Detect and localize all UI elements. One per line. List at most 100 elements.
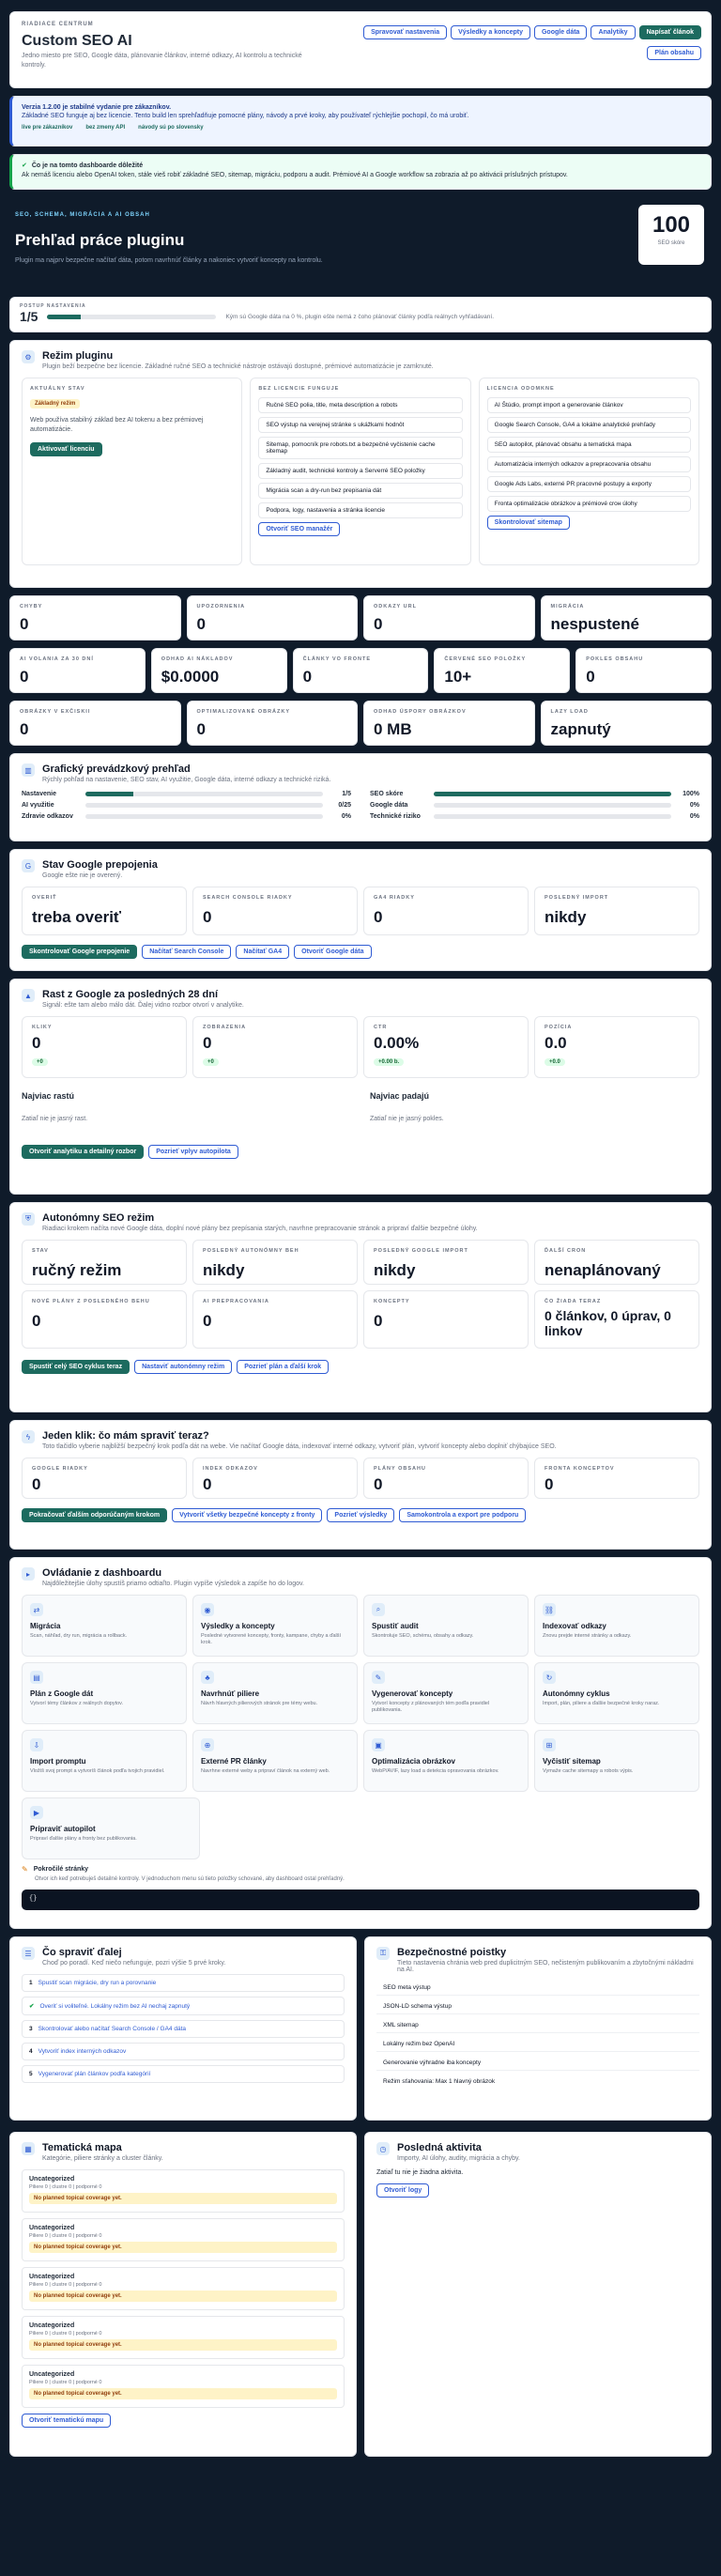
growth-metric: POZÍCIA 0.0 +0.0 — [534, 1016, 699, 1078]
tile-title: Autonómny cyklus — [543, 1689, 610, 1698]
autopilot-impact-button[interactable]: Pozrieť vplyv autopilota — [148, 1145, 238, 1159]
topic-item: Uncategorized Piliere 0 | clustre 0 | pod… — [22, 2267, 345, 2310]
k-value: 0 — [203, 908, 212, 926]
tile-title: Plán z Google dát — [30, 1689, 94, 1698]
tile-title: Externé PR články — [201, 1757, 267, 1766]
open-google-data-button[interactable]: Otvoriť Google dáta — [294, 945, 372, 959]
tile-title: Pripraviť autopilot — [30, 1825, 96, 1833]
next-item[interactable]: 3 Skontrolovať alebo načítať Search Conso… — [22, 2020, 345, 2038]
autopilot-icon: ▶ — [30, 1806, 43, 1819]
google-title: Stav Google prepojenia — [42, 859, 158, 871]
list-item: Základný audit, technické kontroly a Ser… — [258, 463, 463, 479]
auto-card: ČO ŽIADA TERAZ 0 článkov, 0 úprav, 0 link… — [534, 1290, 699, 1349]
topic-meta: Piliere 0 | clustre 0 | podporné 0 — [29, 2184, 102, 2190]
graph-row-value: 0% — [689, 813, 699, 820]
results-button[interactable]: Výsledky a koncepty — [451, 25, 530, 39]
dashboard-tile[interactable]: ⌕ Spustiť audit Skontroluje SEO, schému, o… — [363, 1595, 529, 1657]
dashboard-tile[interactable]: ⇄ Migrácia Scan, náhľad, dry run, migrácia… — [22, 1595, 187, 1657]
dashboard-tile[interactable]: ▶ Pripraviť autopilot Pripraví ďalšie plán… — [22, 1797, 200, 1859]
create-drafts-button[interactable]: Vytvoriť všetky bezpečné koncepty z fron… — [172, 1508, 323, 1522]
open-topical-map-button[interactable]: Otvoriť tematickú mapu — [22, 2414, 112, 2428]
open-analytics-button[interactable]: Otvoriť analytiku a detailný rozbor — [22, 1145, 145, 1159]
dashboard-tile[interactable]: ✎ Vygenerovať koncepty Vytvorí koncepty z … — [363, 1662, 529, 1724]
stat-value: 0 — [196, 720, 206, 738]
open-logs-button[interactable]: Otvoriť logy — [376, 2183, 430, 2198]
topic-warning: No planned topical coverage yet. — [29, 2291, 337, 2302]
next-sub: Choď po poradí. Keď niečo nefunguje, poz… — [42, 1960, 226, 1967]
list-item: Sitemap, pomocník pre robots.txt a bezpe… — [258, 437, 463, 459]
activate-license-button[interactable]: Aktivovať licenciu — [30, 441, 102, 456]
topic-name: Uncategorized — [29, 2225, 75, 2231]
next-item[interactable]: 5 Vygenerovať plán článkov podľa kategóri… — [22, 2065, 345, 2083]
dashboard-tile[interactable]: ⛓ Indexovať odkazy Znovu prejde interné st… — [534, 1595, 699, 1657]
view-plan-button[interactable]: Pozrieť plán a ďalší krok — [237, 1360, 330, 1374]
hero-section: SEO, SCHEMA, MIGRÁCIA A AI OBSAH Prehľad… — [9, 197, 712, 297]
current-state-text: Web používa stabilný základ bez AI token… — [30, 417, 204, 433]
list-item: AI Štúdio, prompt import a generovanie č… — [486, 397, 691, 413]
dashboard-tile[interactable]: ♣ Navrhnúť piliere Návrh hlavných pilierov… — [192, 1662, 358, 1724]
google-data-button[interactable]: Google dáta — [533, 25, 588, 39]
k-value: 0.0 — [545, 1034, 567, 1052]
k-value: ručný režim — [32, 1261, 122, 1279]
fall-text: Zatiaľ nie je jasný pokles. — [370, 1116, 444, 1122]
k-label: POSLEDNÝ GOOGLE IMPORT — [374, 1248, 468, 1254]
self-check-button[interactable]: Samokontrola a export pre podporu — [399, 1508, 527, 1522]
dashboard-tile[interactable]: ↻ Autonómny cyklus Import, plán, piliere a… — [534, 1662, 699, 1724]
graph-row-label: Zdravie odkazov — [22, 813, 73, 820]
analytics-button[interactable]: Analytiky — [591, 25, 636, 39]
graph-row-label: AI využitie — [22, 802, 54, 809]
advanced-icon: ✎ — [22, 1865, 28, 1874]
stat-migration: MIGRÁCIA nespustené — [540, 595, 712, 640]
dashboard-tile[interactable]: ⊕ Externé PR články Navrhne externé weby a… — [192, 1730, 358, 1792]
dashboard-tile[interactable]: ⊞ Vyčistiť sitemap Vymaže cache sitemapy a… — [534, 1730, 699, 1792]
settings-button[interactable]: Spravovať nastavenia — [363, 25, 448, 39]
stat-red-seo: ČERVENÉ SEO POLOŽKY 10+ — [434, 648, 571, 693]
k-label: POSLEDNÝ IMPORT — [545, 895, 609, 901]
dash-title: Ovládanie z dashboardu — [42, 1567, 162, 1579]
k-value: nenaplánovaný — [545, 1261, 661, 1279]
tile-title: Indexovať odkazy — [543, 1622, 606, 1630]
view-results-button[interactable]: Pozrieť výsledky — [327, 1508, 395, 1522]
setup-progress: POSTUP NASTAVENIA 1/5 Kým sú Google dáta… — [9, 297, 712, 332]
dashboard-tile[interactable]: ◉ Výsledky a koncepty Posledné vytvorené k… — [192, 1595, 358, 1657]
list-item: SEO výstup na verejnej stránke s ukážkam… — [258, 417, 463, 433]
oneclick-sub: Toto tlačidlo vyberie najbližší bezpečný… — [42, 1443, 557, 1450]
graph-row: SEO skóre 100% — [370, 791, 699, 797]
tile-title: Výsledky a koncepty — [201, 1622, 275, 1630]
dashboard-tile[interactable]: ⇩ Import promptu Vložíš svoj prompt a vytv… — [22, 1730, 187, 1792]
check-google-button[interactable]: Skontrolovať Google prepojenie — [22, 945, 138, 959]
load-ga4-button[interactable]: Načítať GA4 — [236, 945, 290, 959]
topical-map-card: ▦ Tematická mapa Kategórie, piliere strán… — [9, 2132, 357, 2457]
dashboard-tile[interactable]: ▤ Plán z Google dát Vytvorí témy článkov z… — [22, 1662, 187, 1724]
growth-icon: ▲ — [22, 989, 35, 1002]
topic-warning: No planned topical coverage yet. — [29, 2193, 337, 2204]
tile-desc: WebP/AVIF, lazy load a detekcia opravova… — [372, 1768, 499, 1774]
content-plan-button[interactable]: Plán obsahu — [647, 46, 701, 60]
load-search-console-button[interactable]: Načítať Search Console — [142, 945, 232, 959]
k-value: 0 — [32, 1034, 41, 1052]
stat-value: 0 MB — [374, 720, 412, 738]
grow-text: Zatiaľ nie je jasný rast. — [22, 1116, 88, 1122]
results-icon: ◉ — [201, 1603, 214, 1616]
run-seo-cycle-button[interactable]: Spustiť celý SEO cyklus teraz — [22, 1360, 130, 1374]
seo-manager-button[interactable]: Otvoriť SEO manažér — [258, 522, 341, 536]
next-item[interactable]: 1 Spustiť scan migrácie, dry run a porovn… — [22, 1974, 345, 1992]
graph-row-bar — [434, 814, 671, 819]
dashboard-notice: ✔ Čo je na tomto dashboarde dôležité Ak … — [9, 154, 712, 190]
stat-ai-calls: AI VOLANIA ZA 30 DNÍ 0 — [9, 648, 146, 693]
k-value: nikdy — [374, 1261, 416, 1279]
write-article-button[interactable]: Napísať článok — [638, 25, 701, 39]
tile-desc: Skontroluje SEO, schému, obsahy a odkazy… — [372, 1633, 474, 1639]
tile-desc: Posledné vytvorené koncepty, fronty, kam… — [201, 1633, 342, 1646]
stat-urls: ODKAZY URL 0 — [363, 595, 535, 640]
next-item-label: Spustiť scan migrácie, dry run a porovna… — [38, 1980, 157, 1986]
step-number: 1 — [29, 1980, 33, 1986]
set-autonomous-button[interactable]: Nastaviť autonómny režim — [134, 1360, 233, 1374]
next-step-button[interactable]: Pokračovať ďalším odporúčaným krokom — [22, 1508, 168, 1522]
topic-meta: Piliere 0 | clustre 0 | podporné 0 — [29, 2331, 102, 2337]
next-item[interactable]: 4 Vytvoriť index interných odkazov — [22, 2043, 345, 2060]
dashboard-tile[interactable]: ▣ Optimalizácia obrázkov WebP/AVIF, lazy l… — [363, 1730, 529, 1792]
check-sitemap-button[interactable]: Skontrolovať sitemap — [486, 516, 570, 530]
next-item[interactable]: ✔ Overiť si voliteľné. Lokálny režim bez … — [22, 1997, 345, 2015]
k-value: 0.00% — [374, 1034, 420, 1052]
